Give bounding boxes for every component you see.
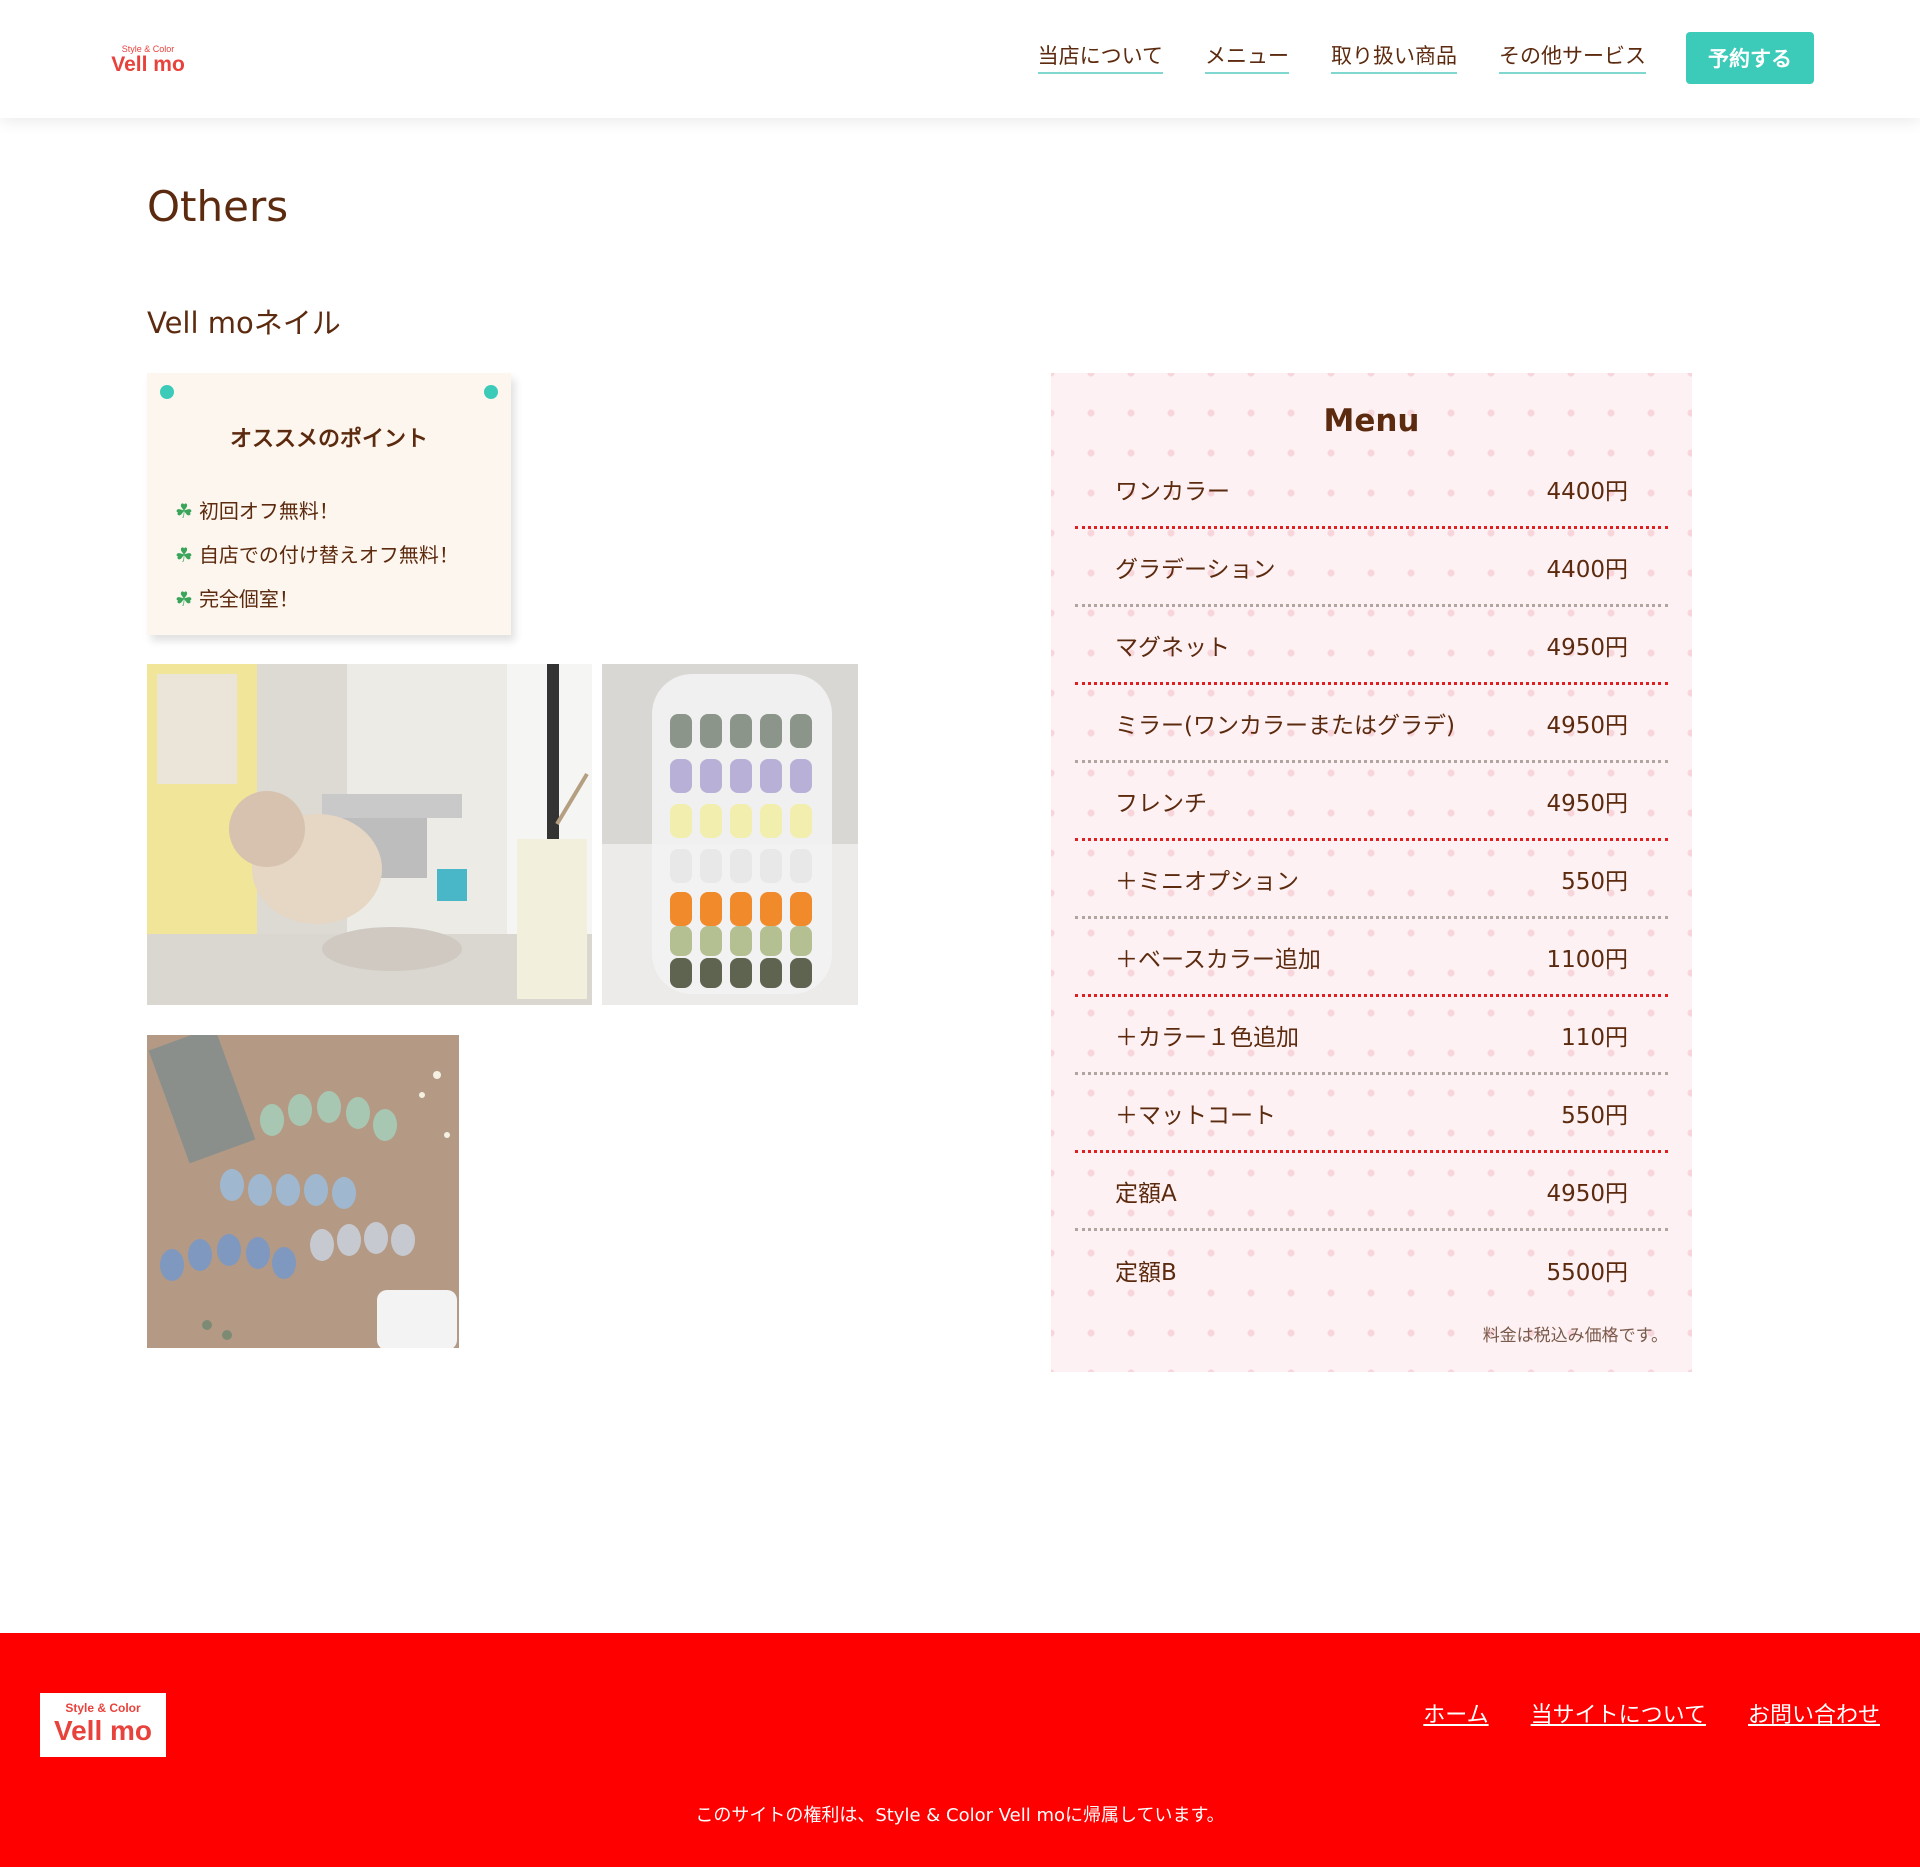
- footer-logo-title: Vell mo: [53, 1715, 153, 1746]
- recommend-card: オススメのポイント ☘ 初回オフ無料！ ☘ 自店での付け替えオフ無料！ ☘ 完全個室！: [147, 373, 511, 635]
- clover-icon: ☘: [175, 543, 193, 567]
- menu-item-name: フレンチ: [1115, 790, 1207, 817]
- site-footer: Style & Color Vell mo ホーム 当サイトについて お問い合わ…: [0, 1633, 1920, 1867]
- menu-row: ＋マットコート 550円: [1075, 1075, 1668, 1153]
- menu-row: ＋ミニオプション 550円: [1075, 841, 1668, 919]
- menu-title: Menu: [1323, 403, 1420, 439]
- page-title: Others: [147, 182, 289, 231]
- site-logo[interactable]: Style & Color Vell mo: [110, 44, 186, 76]
- menu-row: 定額A 4950円: [1075, 1153, 1668, 1231]
- footer-nav: ホーム 当サイトについて お問い合わせ: [1381, 1697, 1880, 1729]
- recommend-item: 自店での付け替えオフ無料！: [198, 543, 459, 567]
- menu-item-name: ＋ベースカラー追加: [1115, 946, 1321, 973]
- menu-item-price: 4950円: [1546, 1180, 1628, 1207]
- list-item: ☘ 初回オフ無料！: [175, 489, 459, 533]
- nail-tips-photo[interactable]: [147, 1035, 459, 1348]
- menu-row: ＋カラー１色追加 110円: [1075, 997, 1668, 1075]
- footer-logo[interactable]: Style & Color Vell mo: [40, 1693, 166, 1757]
- menu-item-name: ＋カラー１色追加: [1115, 1024, 1299, 1051]
- site-header: Style & Color Vell mo 当店について メニュー 取り扱い商品…: [0, 0, 1920, 118]
- main-nav: 当店について メニュー 取り扱い商品 その他サービス 予約する: [996, 32, 1814, 84]
- nav-about[interactable]: 当店について: [1037, 42, 1163, 74]
- menu-row: マグネット 4950円: [1075, 607, 1668, 685]
- menu-item-name: ミラー(ワンカラーまたはグラデ): [1115, 712, 1455, 739]
- menu-item-price: 110円: [1561, 1024, 1628, 1051]
- copyright: このサイトの権利は、Style & Color Vell moに帰属しています。: [695, 1805, 1225, 1826]
- footer-link-about-site[interactable]: 当サイトについて: [1531, 1697, 1706, 1729]
- nav-products[interactable]: 取り扱い商品: [1331, 42, 1457, 74]
- menu-item-name: ＋マットコート: [1115, 1102, 1276, 1129]
- recommend-item: 完全個室！: [198, 587, 299, 611]
- nail-sample-chart-photo[interactable]: [602, 664, 858, 1005]
- menu-row: ワンカラー 4400円: [1075, 451, 1668, 529]
- menu-item-price: 550円: [1561, 868, 1628, 895]
- pin-icon: [160, 385, 174, 399]
- menu-row: 定額B 5500円: [1075, 1231, 1668, 1309]
- menu-item-name: 定額A: [1115, 1180, 1177, 1207]
- reserve-button[interactable]: 予約する: [1686, 32, 1814, 84]
- nav-other-services[interactable]: その他サービス: [1499, 42, 1646, 74]
- nav-menu[interactable]: メニュー: [1205, 42, 1289, 74]
- recommend-list: ☘ 初回オフ無料！ ☘ 自店での付け替えオフ無料！ ☘ 完全個室！: [175, 489, 459, 621]
- section-title: Vell moネイル: [147, 306, 341, 340]
- recommend-item: 初回オフ無料！: [198, 499, 339, 523]
- menu-item-price: 4950円: [1546, 634, 1628, 661]
- salon-room-photo[interactable]: [147, 664, 592, 1005]
- menu-row: グラデーション 4400円: [1075, 529, 1668, 607]
- menu-item-name: グラデーション: [1115, 556, 1276, 583]
- list-item: ☘ 完全個室！: [175, 577, 459, 621]
- menu-item-price: 550円: [1561, 1102, 1628, 1129]
- menu-item-name: マグネット: [1115, 634, 1230, 661]
- footer-link-contact[interactable]: お問い合わせ: [1748, 1697, 1880, 1729]
- menu-item-price: 1100円: [1546, 946, 1628, 973]
- pin-icon: [484, 385, 498, 399]
- menu-item-price: 4400円: [1546, 556, 1628, 583]
- menu-item-price: 5500円: [1546, 1260, 1628, 1286]
- clover-icon: ☘: [175, 499, 193, 523]
- footer-link-home[interactable]: ホーム: [1423, 1697, 1488, 1729]
- menu-row: フレンチ 4950円: [1075, 763, 1668, 841]
- menu-item-name: ＋ミニオプション: [1115, 868, 1299, 895]
- menu-item-name: 定額B: [1115, 1260, 1177, 1286]
- menu-item-price: 4950円: [1546, 712, 1628, 739]
- footer-logo-subtitle: Style & Color: [65, 1701, 141, 1715]
- recommend-title: オススメのポイント: [229, 427, 428, 452]
- menu-row: ミラー(ワンカラーまたはグラデ) 4950円: [1075, 685, 1668, 763]
- clover-icon: ☘: [175, 587, 193, 611]
- tax-note: 料金は税込み価格です。: [1482, 1326, 1668, 1346]
- price-menu: Menu ワンカラー 4400円 グラデーション 4400円 マグネット 4950円 …: [1051, 373, 1692, 1372]
- menu-item-name: ワンカラー: [1115, 478, 1230, 505]
- menu-row: ＋ベースカラー追加 1100円: [1075, 919, 1668, 997]
- list-item: ☘ 自店での付け替えオフ無料！: [175, 533, 459, 577]
- menu-item-price: 4400円: [1546, 478, 1628, 505]
- logo-title: Vell mo: [111, 53, 185, 76]
- menu-list: ワンカラー 4400円 グラデーション 4400円 マグネット 4950円 ミラー(ワ…: [1075, 451, 1668, 1309]
- menu-item-price: 4950円: [1546, 790, 1628, 817]
